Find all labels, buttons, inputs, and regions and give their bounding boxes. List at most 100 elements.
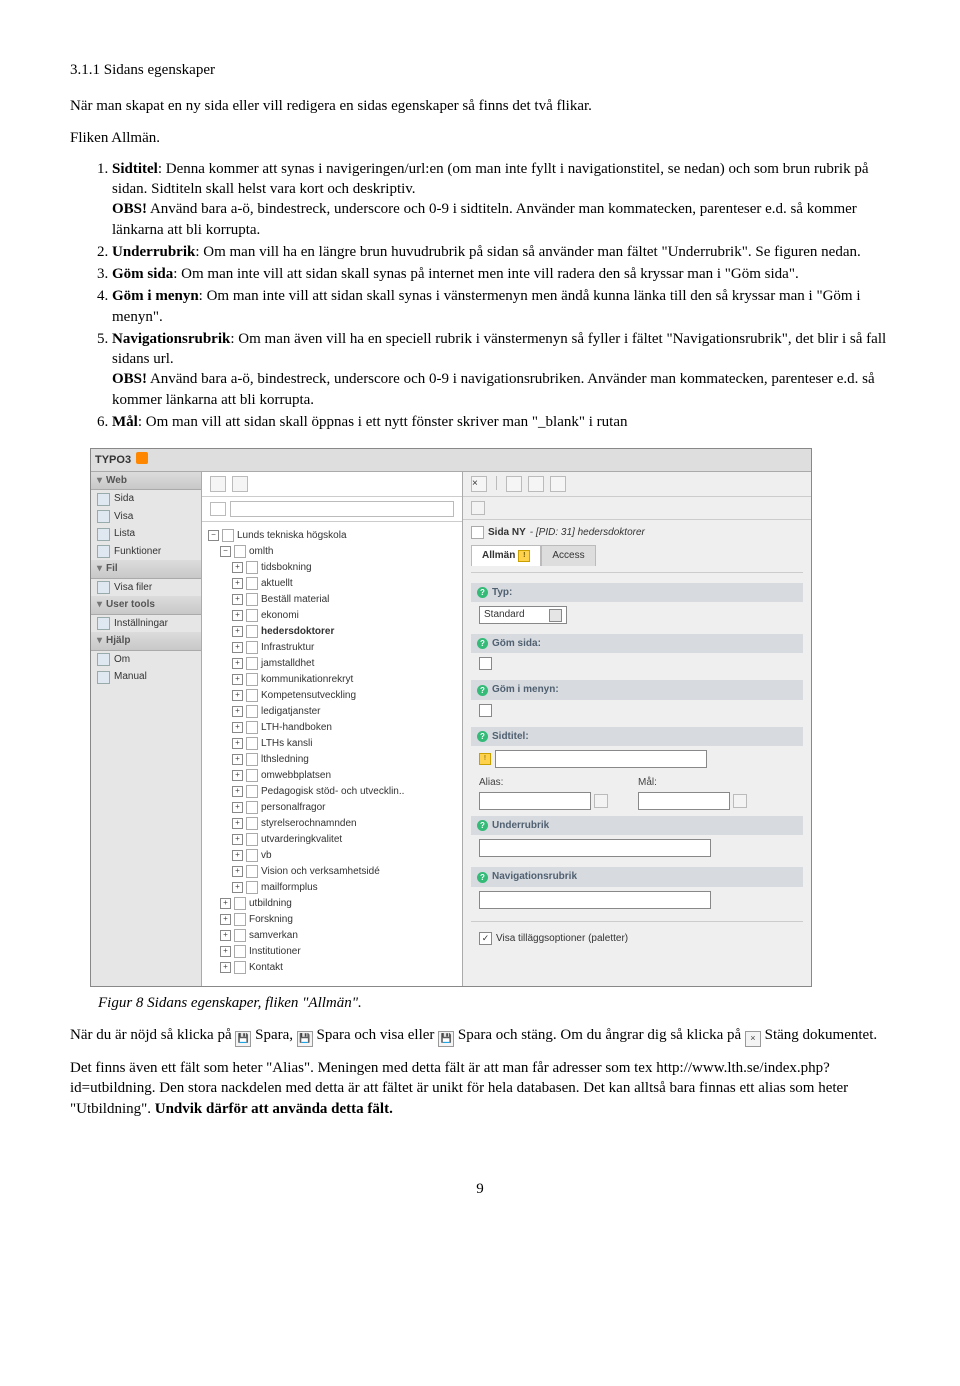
tree-node[interactable]: +mailformplus — [232, 880, 456, 896]
tree-node[interactable]: +Vision och verksamhetsidé — [232, 864, 456, 880]
tree-node[interactable]: +utvarderingkvalitet — [232, 832, 456, 848]
tree-node[interactable]: +vb — [232, 848, 456, 864]
nav-section-fil[interactable]: ▾Fil — [91, 560, 201, 579]
expand-icon[interactable]: + — [232, 754, 243, 765]
tree-node[interactable]: +jamstalldhet — [232, 656, 456, 672]
tree-node[interactable]: +styrelserochnamnden — [232, 816, 456, 832]
underrubrik-input[interactable] — [479, 839, 711, 857]
tree-root[interactable]: −Lunds tekniska högskola — [208, 528, 456, 544]
tree-node[interactable]: +Beställ material — [232, 592, 456, 608]
expand-icon[interactable]: + — [220, 930, 231, 941]
nav-section-usertools[interactable]: ▾User tools — [91, 596, 201, 615]
save-view-icon[interactable] — [528, 476, 544, 492]
nav-item[interactable]: Funktioner — [91, 543, 201, 561]
nav-section-web[interactable]: ▾Web — [91, 472, 201, 491]
gom-meny-checkbox[interactable] — [479, 704, 492, 717]
tree-node[interactable]: +Pedagogisk stöd- och utvecklin.. — [232, 784, 456, 800]
funnel-icon[interactable] — [210, 502, 226, 516]
expand-icon[interactable]: + — [232, 850, 243, 861]
nav-item[interactable]: Visa — [91, 508, 201, 526]
expand-icon[interactable]: + — [220, 946, 231, 957]
help-icon[interactable] — [594, 794, 608, 808]
expand-icon[interactable]: + — [232, 674, 243, 685]
help-icon[interactable]: ? — [477, 685, 488, 696]
nav-item[interactable]: Sida — [91, 490, 201, 508]
tree-node[interactable]: +ekonomi — [232, 608, 456, 624]
expand-icon[interactable]: + — [232, 610, 243, 621]
expand-icon[interactable]: + — [232, 834, 243, 845]
tree-node[interactable]: +Infrastruktur — [232, 640, 456, 656]
expand-icon[interactable]: + — [232, 802, 243, 813]
save-close-icon[interactable] — [550, 476, 566, 492]
tree-node[interactable]: +aktuellt — [232, 576, 456, 592]
expand-icon[interactable]: + — [232, 738, 243, 749]
expand-icon[interactable]: + — [232, 866, 243, 877]
help-icon[interactable] — [733, 794, 747, 808]
alias-bold: Undvik därför att använda detta fält. — [155, 1101, 393, 1117]
expand-icon[interactable]: + — [232, 882, 243, 893]
expand-icon[interactable]: + — [220, 914, 231, 925]
tree-node[interactable]: +Kompetensutveckling — [232, 688, 456, 704]
tree-node[interactable]: +LTH-handboken — [232, 720, 456, 736]
typ-select[interactable]: Standard — [479, 606, 567, 624]
expand-icon[interactable]: + — [232, 626, 243, 637]
expand-icon[interactable]: + — [232, 658, 243, 669]
tree-node[interactable]: +Kontakt — [220, 960, 456, 976]
alias-input[interactable] — [479, 792, 591, 810]
tab-allman[interactable]: Allmän! — [471, 545, 541, 566]
li1-body: : Denna kommer att synas i navigeringen/… — [112, 161, 869, 197]
nav-section-help[interactable]: ▾Hjälp — [91, 632, 201, 651]
save-icon[interactable] — [506, 476, 522, 492]
tree-node[interactable]: +utbildning — [220, 896, 456, 912]
tree-node[interactable]: +Forskning — [220, 912, 456, 928]
help-icon[interactable] — [471, 501, 485, 515]
help-icon[interactable]: ? — [477, 638, 488, 649]
help-icon[interactable]: ? — [477, 587, 488, 598]
tree-node[interactable]: +tidsbokning — [232, 560, 456, 576]
sidtitel-input[interactable] — [495, 750, 707, 768]
help-icon[interactable]: ? — [477, 872, 488, 883]
mal-input[interactable] — [638, 792, 730, 810]
tree-node[interactable]: +omwebbplatsen — [232, 768, 456, 784]
tree-node[interactable]: +Institutioner — [220, 944, 456, 960]
expand-icon[interactable]: + — [232, 562, 243, 573]
navrubrik-input[interactable] — [479, 891, 711, 909]
expand-icon[interactable]: + — [232, 594, 243, 605]
tree-node[interactable]: +LTHs kansli — [232, 736, 456, 752]
expand-icon[interactable]: + — [232, 722, 243, 733]
collapse-icon[interactable]: − — [208, 530, 219, 541]
tab-access[interactable]: Access — [541, 545, 595, 566]
expand-icon[interactable]: + — [220, 962, 231, 973]
li3-lead: Göm sida — [112, 266, 173, 282]
expand-icon[interactable]: + — [232, 642, 243, 653]
tree-node[interactable]: +hedersdoktorer — [232, 624, 456, 640]
expand-icon[interactable]: + — [232, 578, 243, 589]
nav-item[interactable]: Lista — [91, 525, 201, 543]
collapse-icon[interactable]: − — [220, 546, 231, 557]
tree-node[interactable]: +kommunikationrekryt — [232, 672, 456, 688]
page-icon — [246, 865, 258, 878]
tree-node[interactable]: +ledigatjanster — [232, 704, 456, 720]
close-icon[interactable]: × — [471, 476, 487, 492]
tree-node[interactable]: +personalfragor — [232, 800, 456, 816]
expand-icon[interactable]: + — [232, 786, 243, 797]
help-icon[interactable]: ? — [477, 820, 488, 831]
expand-icon[interactable]: + — [232, 818, 243, 829]
nav-item[interactable]: Om — [91, 651, 201, 669]
expand-icon[interactable]: + — [232, 770, 243, 781]
tree-search-input[interactable] — [230, 501, 454, 517]
nav-item[interactable]: Inställningar — [91, 615, 201, 633]
gom-sida-checkbox[interactable] — [479, 657, 492, 670]
tree-node-omlth[interactable]: −omlth — [220, 544, 456, 560]
expand-icon[interactable]: + — [220, 898, 231, 909]
expand-icon[interactable]: + — [232, 690, 243, 701]
paletter-checkbox[interactable] — [479, 932, 492, 945]
tree-node[interactable]: +samverkan — [220, 928, 456, 944]
tree-node[interactable]: +lthsledning — [232, 752, 456, 768]
new-page-icon[interactable] — [210, 476, 226, 492]
nav-item[interactable]: Visa filer — [91, 579, 201, 597]
new-page-copy-icon[interactable] — [232, 476, 248, 492]
help-icon[interactable]: ? — [477, 731, 488, 742]
nav-item[interactable]: Manual — [91, 668, 201, 686]
expand-icon[interactable]: + — [232, 706, 243, 717]
